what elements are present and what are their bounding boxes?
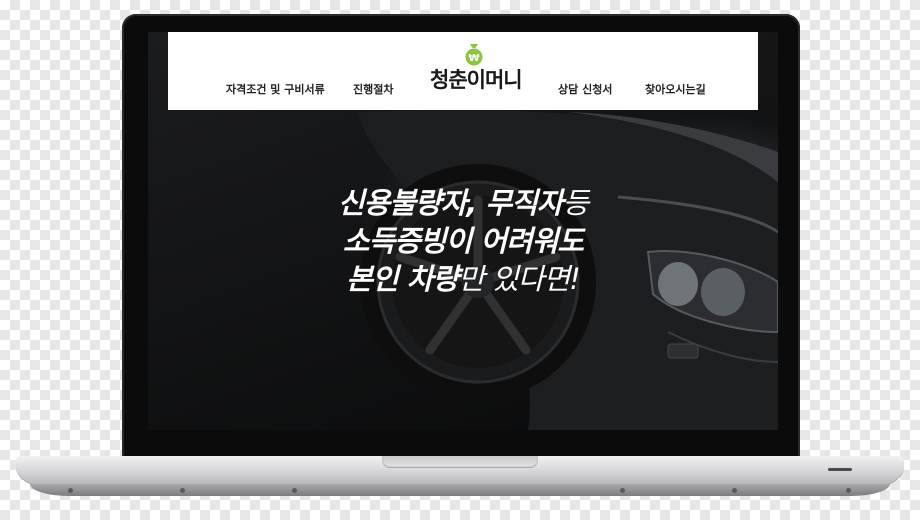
hero-line-3: 본인 차량만 있다면! (148, 260, 778, 298)
hero-line-1-bold: 신용불량자, 무직자 (337, 186, 564, 220)
hero-line-1-thin: 등 (562, 186, 589, 220)
nav-item-process[interactable]: 진행절차 (353, 81, 393, 97)
svg-text:₩: ₩ (468, 53, 479, 64)
screw (846, 488, 851, 493)
site-logo[interactable]: ₩ 청춘이머니 (428, 42, 528, 92)
hero-line-2: 소득증빙이 어려워도 (342, 224, 584, 258)
screw (292, 488, 297, 493)
nav-item-directions[interactable]: 찾아오시는길 (645, 81, 706, 97)
laptop-bottom-edge (30, 484, 890, 496)
screw (180, 488, 185, 493)
logo-text: 청춘이머니 (430, 68, 523, 92)
hero-line-3-thin: 만 있다면! (458, 262, 581, 296)
status-led (828, 468, 852, 471)
screw (620, 488, 625, 493)
hero-line-1: 신용불량자, 무직자등 (148, 184, 778, 222)
site-header: 자격조건 및 구비서류 진행절차 ₩ 청춘이머니 상담 신청서 찾아오시는길 (168, 32, 758, 110)
lid-opening-notch (382, 456, 538, 468)
laptop-screen: 자격조건 및 구비서류 진행절차 ₩ 청춘이머니 상담 신청서 찾아오시는길 신… (148, 32, 778, 430)
money-bag-icon: ₩ (465, 44, 483, 66)
hero-line-3-bold: 본인 차량 (346, 262, 459, 296)
nav-item-consult-form[interactable]: 상담 신청서 (558, 81, 612, 97)
nav-item-requirements[interactable]: 자격조건 및 구비서류 (226, 81, 325, 97)
screw (732, 488, 737, 493)
hero-text: 신용불량자, 무직자등 소득증빙이 어려워도 본인 차량만 있다면! (148, 184, 778, 298)
screw (68, 488, 73, 493)
